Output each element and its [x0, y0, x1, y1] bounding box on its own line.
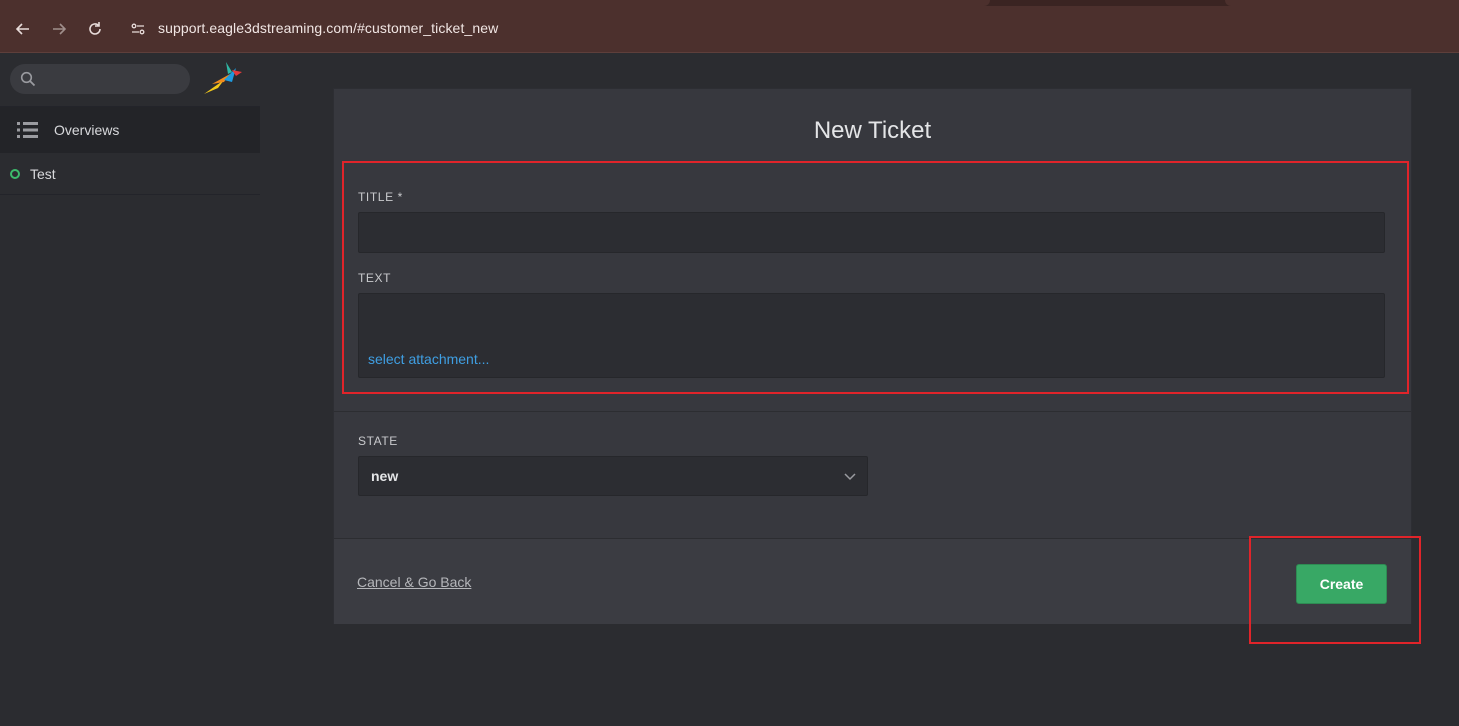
sidebar-item-label: Overviews — [54, 122, 120, 138]
cancel-go-back-link[interactable]: Cancel & Go Back — [357, 574, 471, 590]
list-icon — [17, 121, 39, 144]
sidebar-item-label: Test — [30, 166, 56, 182]
select-attachment-link[interactable]: select attachment... — [368, 351, 489, 367]
status-circle-icon — [10, 169, 20, 179]
sidebar-item-overviews[interactable]: Overviews — [0, 107, 260, 153]
search-icon — [20, 71, 36, 92]
browser-toolbar: support.eagle3dstreaming.com/#customer_t… — [0, 6, 1459, 53]
chevron-down-icon — [843, 469, 857, 488]
title-label: TITLE * — [358, 190, 403, 204]
search-input[interactable] — [10, 64, 190, 94]
text-editor[interactable]: select attachment... — [358, 293, 1385, 378]
page-title: New Ticket — [813, 117, 932, 144]
bird-logo-icon[interactable] — [202, 60, 244, 98]
reload-icon[interactable] — [84, 18, 106, 40]
forward-arrow-icon[interactable] — [48, 18, 70, 40]
state-label: STATE — [358, 434, 398, 448]
sidebar: Overviews Test — [0, 53, 260, 726]
sidebar-item-test[interactable]: Test — [0, 154, 260, 195]
new-ticket-form: New Ticket TITLE * TEXT select attachmen… — [333, 88, 1412, 624]
state-selected-value: new — [371, 468, 399, 484]
divider — [334, 411, 1411, 412]
address-bar[interactable]: support.eagle3dstreaming.com/#customer_t… — [158, 20, 498, 36]
form-footer: Cancel & Go Back Create — [334, 538, 1411, 624]
state-select[interactable]: new — [358, 456, 868, 496]
create-button[interactable]: Create — [1296, 564, 1387, 604]
main-content: New Ticket TITLE * TEXT select attachmen… — [260, 53, 1459, 726]
text-label: TEXT — [358, 271, 392, 285]
title-input[interactable] — [358, 212, 1385, 253]
site-info-icon[interactable] — [130, 21, 146, 42]
back-arrow-icon[interactable] — [12, 18, 34, 40]
